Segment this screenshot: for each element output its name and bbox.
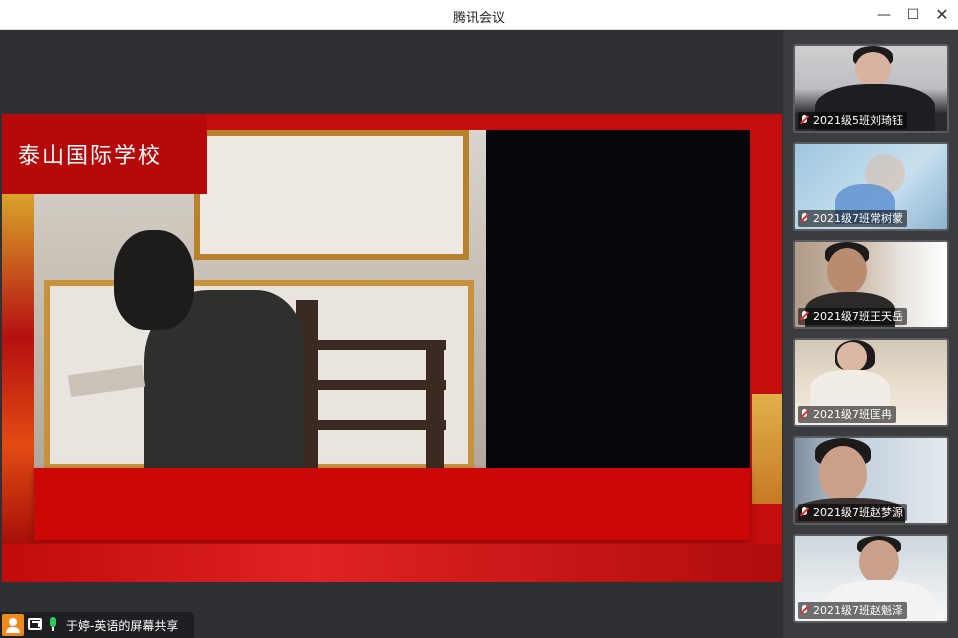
participant-name: 2021级5班刘琦钰 — [798, 112, 907, 129]
window-title: 腾讯会议 — [452, 11, 505, 26]
school-name: 泰山国际学校 — [18, 144, 163, 169]
chair — [296, 300, 491, 468]
microphone-muted-icon — [800, 507, 809, 518]
title-bar: 腾讯会议 — ☐ ✕ — [0, 0, 958, 30]
participant-name: 2021级7班赵梦源 — [798, 504, 907, 521]
participant-tile[interactable]: 2021级7班常树蒙 — [793, 142, 949, 231]
participant-name: 2021级7班赵魁泽 — [798, 602, 907, 619]
microphone-muted-icon — [800, 213, 809, 224]
sharing-label: 于婷-英语的屏幕共享 — [66, 619, 179, 633]
microphone-icon[interactable] — [48, 617, 58, 631]
participant-name: 2021级7班王天岳 — [798, 308, 907, 325]
school-banner: 泰山国际学校 — [2, 114, 207, 194]
decoration-left — [2, 194, 36, 554]
participant-sidebar: 2021级5班刘琦钰 2021级7班常树蒙 2021级7班王天岳 2021级7班… — [783, 30, 958, 638]
participant-tile[interactable]: 2021级7班赵梦源 — [793, 436, 949, 525]
participant-tile[interactable]: 2021级7班赵魁泽 — [793, 534, 949, 623]
close-icon[interactable]: ✕ — [932, 5, 952, 25]
subtitle-bar — [34, 468, 750, 540]
user-icon[interactable] — [2, 614, 24, 636]
shared-screen[interactable]: 泰山国际学校 — [2, 114, 782, 582]
microphone-muted-icon — [800, 605, 809, 616]
video-dark-area — [486, 130, 750, 468]
microphone-muted-icon — [800, 115, 809, 126]
screen-share-icon[interactable] — [28, 618, 42, 630]
main-view: 泰山国际学校 — [0, 30, 783, 638]
participant-tile[interactable]: 2021级7班匡冉 — [793, 338, 949, 427]
minimize-icon[interactable]: — — [874, 5, 894, 25]
participant-tile[interactable]: 2021级5班刘琦钰 — [793, 44, 949, 133]
participant-name: 2021级7班匡冉 — [798, 406, 896, 423]
decoration-right — [752, 394, 782, 504]
sharing-status-bar: 于婷-英语的屏幕共享 — [0, 612, 194, 638]
person-reading — [67, 230, 304, 468]
microphone-muted-icon — [800, 409, 809, 420]
microphone-muted-icon — [800, 311, 809, 322]
participant-name: 2021级7班常树蒙 — [798, 210, 907, 227]
maximize-icon[interactable]: ☐ — [903, 5, 923, 25]
participant-tile[interactable]: 2021级7班王天岳 — [793, 240, 949, 329]
decoration-bottom — [2, 544, 782, 582]
